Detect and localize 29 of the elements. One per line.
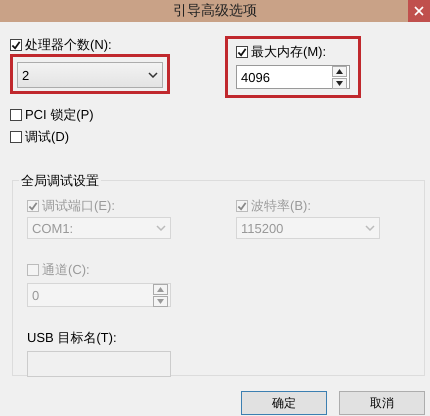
checkbox-label: 最大内存(M): bbox=[251, 43, 326, 61]
window-title: 引导高级选项 bbox=[173, 2, 257, 20]
down-arrow-icon bbox=[157, 298, 164, 304]
caret-icon bbox=[156, 225, 166, 231]
cancel-button[interactable]: 取消 bbox=[339, 391, 425, 415]
up-arrow-icon bbox=[157, 286, 164, 292]
group-title: 全局调试设置 bbox=[19, 172, 101, 190]
checkbox-label: 调试端口(E): bbox=[42, 197, 115, 215]
checkbox-label: 波特率(B): bbox=[251, 197, 311, 215]
checkbox[interactable] bbox=[10, 109, 22, 121]
number-field[interactable]: 4096 bbox=[236, 65, 350, 89]
caret-icon bbox=[365, 225, 375, 231]
down-arrow-icon bbox=[336, 80, 343, 86]
checkbox-label: 处理器个数(N): bbox=[25, 36, 112, 54]
up-arrow-icon bbox=[336, 68, 343, 74]
checkbox[interactable] bbox=[236, 46, 248, 58]
checkbox-label: PCI 锁定(P) bbox=[25, 106, 94, 124]
dropdown[interactable]: 2 bbox=[17, 62, 163, 88]
ok-button[interactable]: 确定 bbox=[241, 391, 327, 415]
close-button[interactable] bbox=[408, 0, 430, 22]
checkbox-label: 通道(C): bbox=[42, 261, 90, 279]
spin-up-button[interactable] bbox=[332, 66, 347, 76]
checkbox[interactable] bbox=[10, 39, 22, 51]
caret-icon bbox=[148, 72, 158, 78]
checkbox-label: 调试(D) bbox=[25, 128, 70, 146]
checkbox[interactable] bbox=[10, 131, 22, 143]
field-label: USB 目标名(T): bbox=[27, 329, 118, 347]
close-icon bbox=[414, 6, 424, 16]
spin-down-button[interactable] bbox=[332, 78, 347, 88]
